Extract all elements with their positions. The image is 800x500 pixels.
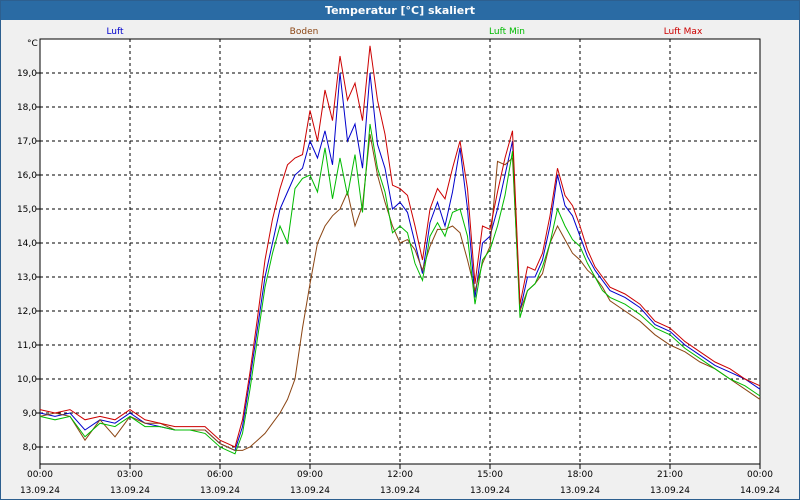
x-tick-time-label: 06:00	[207, 470, 233, 480]
x-tick-date-label: 14.09.24	[740, 486, 780, 496]
x-tick-time-label: 00:00	[747, 470, 773, 480]
x-tick-date-label: 13.09.24	[560, 486, 600, 496]
temperature-chart: 8,0 9,0 10,0 11,0 12,0 13,0 14,0 15,0 16,0 17,0 18…	[1, 20, 799, 499]
x-tick-time-label: 09:00	[297, 470, 323, 480]
y-tick-label: 10,0	[17, 375, 37, 385]
chart-window: Temperatur [°C] skaliert 8,0 9,0 10,0 11,0 1…	[0, 0, 800, 500]
y-tick-label: 12,0	[17, 307, 37, 317]
y-tick-label: 15,0	[17, 205, 37, 215]
x-tick-date-label: 13.09.24	[650, 486, 690, 496]
x-tick-date-label: 13.09.24	[470, 486, 510, 496]
y-tick-label: 11,0	[17, 341, 37, 351]
y-tick-label: 18,0	[17, 103, 37, 113]
legend-entry: Luft Max	[664, 27, 703, 37]
x-tick-time-label: 15:00	[477, 470, 503, 480]
y-tick-label: 17,0	[17, 137, 37, 147]
x-tick-time-label: 12:00	[387, 470, 413, 480]
legend-entry: Luft	[106, 27, 124, 37]
y-axis-label: °C	[27, 39, 38, 49]
y-tick-label: 8,0	[23, 443, 38, 453]
y-tick-label: 13,0	[17, 273, 37, 283]
x-tick-time-label: 18:00	[567, 470, 593, 480]
y-tick-label: 14,0	[17, 239, 37, 249]
x-tick-time-label: 00:00	[27, 470, 53, 480]
window-title: Temperatur [°C] skaliert	[1, 1, 799, 20]
x-tick-time-label: 21:00	[657, 470, 683, 480]
legend-entry: Boden	[290, 27, 319, 37]
y-tick-label: 19,0	[17, 69, 37, 79]
y-tick-label: 9,0	[23, 409, 38, 419]
x-tick-date-label: 13.09.24	[290, 486, 330, 496]
y-tick-label: 16,0	[17, 171, 37, 181]
x-tick-date-label: 13.09.24	[110, 486, 150, 496]
x-tick-time-label: 03:00	[117, 470, 143, 480]
legend-entry: Luft Min	[489, 27, 525, 37]
x-tick-date-label: 13.09.24	[20, 486, 60, 496]
x-tick-date-label: 13.09.24	[200, 486, 240, 496]
x-tick-date-label: 13.09.24	[380, 486, 420, 496]
